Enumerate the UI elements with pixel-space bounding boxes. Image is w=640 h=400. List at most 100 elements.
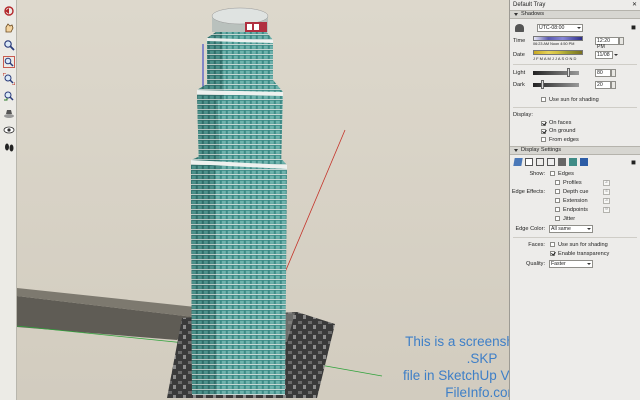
walk-icon[interactable] bbox=[2, 140, 15, 153]
shadows-title: Shadows bbox=[521, 11, 545, 17]
time-marks: 06:23 AM Noon 4:50 PM bbox=[533, 42, 575, 46]
shaded-textures-style-icon[interactable] bbox=[569, 158, 577, 166]
navigation-toolbar bbox=[0, 0, 17, 400]
previous-view-icon[interactable] bbox=[2, 89, 15, 102]
endpoints-label: Endpoints bbox=[563, 206, 588, 213]
use-sun-label: Use sun for shading bbox=[549, 96, 599, 103]
faces-label: Faces: bbox=[528, 241, 545, 248]
watermark-line: FileInfo.com bbox=[445, 385, 509, 400]
date-field[interactable]: 11/08 bbox=[595, 51, 613, 59]
chevron-down-icon bbox=[586, 226, 592, 232]
endpoints-checkbox[interactable] bbox=[555, 207, 560, 212]
collapse-triangle-icon bbox=[514, 149, 518, 152]
light-field[interactable]: 80 bbox=[595, 69, 611, 77]
help-icon[interactable]: ◼ bbox=[631, 24, 636, 31]
xray-style-icon[interactable] bbox=[513, 158, 523, 166]
monochrome-style-icon[interactable] bbox=[580, 158, 588, 166]
watermark-line: This is a screenshot of an .SKP bbox=[405, 334, 509, 366]
light-spinner[interactable] bbox=[611, 69, 616, 77]
edges-checkbox[interactable] bbox=[550, 171, 555, 176]
on-ground-label: On ground bbox=[549, 128, 576, 134]
divider bbox=[513, 64, 637, 65]
date-slider[interactable] bbox=[533, 49, 583, 55]
dark-label: Dark bbox=[513, 82, 525, 88]
wireframe-style-icon[interactable] bbox=[536, 158, 544, 166]
edge-color-label: Edge Color: bbox=[515, 226, 545, 232]
edges-label: Edges bbox=[558, 170, 574, 177]
extension-label: Extension bbox=[563, 197, 588, 204]
time-label: Time bbox=[513, 38, 526, 44]
shadows-panel-header[interactable]: Shadows bbox=[510, 10, 640, 19]
position-camera-icon[interactable] bbox=[2, 106, 15, 119]
model-viewport[interactable]: This is a screenshot of an .SKP file in … bbox=[17, 0, 509, 400]
display-label: Display: bbox=[513, 111, 533, 118]
pan-icon[interactable] bbox=[2, 21, 15, 34]
divider bbox=[513, 107, 637, 108]
orbit-icon[interactable] bbox=[2, 4, 15, 17]
from-edges-label: From edges bbox=[549, 136, 579, 143]
dark-value: 20 bbox=[597, 82, 603, 88]
dark-spinner[interactable] bbox=[611, 81, 616, 89]
faces-use-sun-checkbox[interactable] bbox=[550, 242, 555, 247]
show-label: Show: bbox=[529, 170, 545, 177]
tray-title-bar: Default Tray ✕ bbox=[510, 0, 640, 10]
time-slider[interactable] bbox=[533, 36, 583, 41]
default-tray: Default Tray ✕ Shadows UTC-08:00 ◼ Time … bbox=[509, 0, 640, 400]
chevron-down-icon bbox=[576, 25, 582, 31]
dark-slider[interactable] bbox=[533, 80, 579, 89]
look-around-icon[interactable] bbox=[2, 123, 15, 136]
from-edges-checkbox[interactable] bbox=[541, 137, 546, 142]
on-ground-checkbox[interactable] bbox=[541, 128, 546, 134]
shaded-style-icon[interactable] bbox=[558, 158, 566, 166]
use-sun-checkbox[interactable] bbox=[541, 97, 546, 102]
zoom-icon[interactable] bbox=[2, 38, 15, 51]
edge-color-select[interactable]: All same bbox=[549, 225, 593, 233]
enable-transparency-label: Enable transparency bbox=[558, 250, 610, 257]
light-slider[interactable] bbox=[533, 68, 579, 77]
watermark-text: This is a screenshot of an .SKP file in … bbox=[392, 333, 509, 400]
time-field[interactable]: 12:20 PM bbox=[595, 37, 619, 50]
enable-transparency-checkbox[interactable] bbox=[550, 251, 555, 256]
display-settings-title: Display Settings bbox=[521, 147, 562, 153]
tray-title: Default Tray bbox=[513, 2, 546, 8]
zoom-window-icon[interactable] bbox=[2, 55, 15, 68]
back-edges-style-icon[interactable] bbox=[525, 158, 533, 166]
profiles-label: Profiles bbox=[563, 179, 582, 186]
display-settings-header[interactable]: Display Settings bbox=[510, 146, 640, 155]
date-label: Date bbox=[513, 52, 525, 58]
timezone-select[interactable]: UTC-08:00 bbox=[537, 23, 583, 32]
quality-value: Faster bbox=[551, 260, 566, 267]
calendar-dropdown-icon[interactable] bbox=[613, 52, 619, 58]
profiles-checkbox[interactable] bbox=[555, 180, 560, 185]
timezone-value: UTC-08:00 bbox=[539, 24, 565, 31]
hidden-line-style-icon[interactable] bbox=[547, 158, 555, 166]
shadow-toggle-icon[interactable] bbox=[515, 23, 524, 32]
quality-select[interactable]: Faster bbox=[549, 259, 593, 268]
depth-cue-label: Depth cue bbox=[563, 188, 589, 195]
light-label: Light bbox=[513, 70, 526, 76]
extension-value[interactable]: 3 bbox=[603, 197, 610, 204]
extension-checkbox[interactable] bbox=[555, 198, 560, 203]
depth-cue-value[interactable]: 4 bbox=[603, 188, 610, 195]
time-spinner[interactable] bbox=[619, 37, 624, 45]
collapse-triangle-icon bbox=[514, 13, 518, 16]
on-faces-label: On faces bbox=[549, 120, 572, 126]
edge-color-value: All same bbox=[551, 226, 571, 232]
faces-use-sun-label: Use sun for shading bbox=[558, 241, 608, 248]
jitter-label: Jitter bbox=[563, 215, 576, 222]
date-value: 11/08 bbox=[597, 52, 610, 58]
on-faces-checkbox[interactable] bbox=[541, 120, 546, 126]
divider bbox=[513, 237, 637, 238]
watermark-line: file in SketchUp Viewer for bbox=[402, 368, 509, 383]
help-icon[interactable]: ◼ bbox=[631, 159, 636, 166]
close-icon[interactable]: ✕ bbox=[632, 0, 640, 10]
endpoints-value[interactable]: 9 bbox=[603, 206, 610, 213]
profiles-value[interactable]: 2 bbox=[603, 179, 610, 186]
month-letters: J F M A M J J A S O N D bbox=[533, 55, 577, 61]
edge-effects-label: Edge Effects: bbox=[511, 188, 545, 195]
zoom-extents-icon[interactable] bbox=[2, 72, 15, 85]
jitter-checkbox[interactable] bbox=[555, 216, 560, 221]
chevron-down-icon bbox=[586, 261, 592, 267]
dark-field[interactable]: 20 bbox=[595, 81, 611, 89]
depth-cue-checkbox[interactable] bbox=[555, 189, 560, 194]
